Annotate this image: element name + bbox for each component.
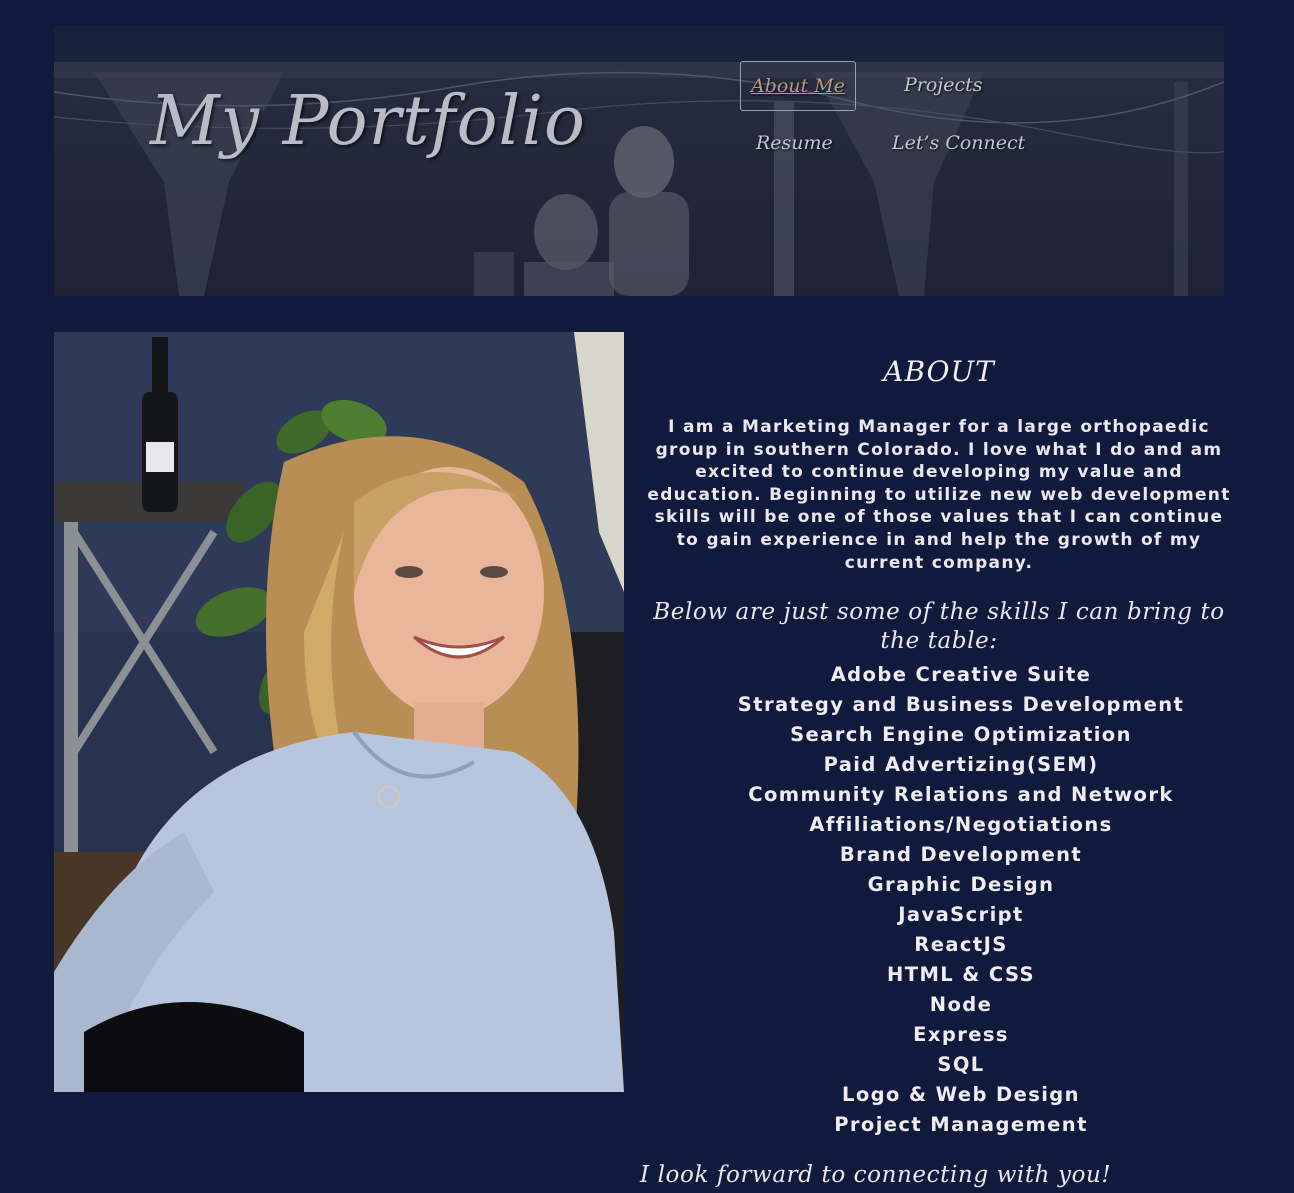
nav-about-me[interactable]: About Me — [740, 61, 856, 111]
skill-item: Strategy and Business Development — [737, 693, 1185, 717]
nav-resume[interactable]: Resume — [756, 132, 833, 154]
profile-photo-illustration — [54, 332, 624, 1092]
skill-item: ReactJS — [914, 933, 1008, 957]
about-bio: I am a Marketing Manager for a large ort… — [647, 417, 1231, 573]
skill-item: Graphic Design — [867, 873, 1055, 897]
skill-item: Search Engine Optimization — [790, 723, 1132, 747]
skill-item: Node — [929, 993, 993, 1017]
header-top-strip — [54, 26, 1224, 62]
skill-item: Brand Development — [839, 843, 1083, 867]
skill-item: Paid Advertizing(SEM) — [823, 753, 1099, 777]
skill-item: JavaScript — [898, 903, 1024, 927]
skill-item: Affiliations/Negotiations — [809, 813, 1113, 837]
closing-message: I look forward to connecting with you! — [640, 1162, 1112, 1188]
header-banner: My Portfolio About Me Projects Resume Le… — [54, 26, 1224, 296]
profile-photo — [54, 332, 624, 1092]
skills-intro: Below are just some of the skills I can … — [653, 599, 1225, 655]
page: My Portfolio About Me Projects Resume Le… — [0, 0, 1294, 1193]
skill-item: Logo & Web Design — [842, 1083, 1080, 1107]
about-section: ABOUT I am a Marketing Manager for a lar… — [636, 350, 1242, 1140]
nav-projects[interactable]: Projects — [904, 74, 982, 96]
skill-item: SQL — [937, 1053, 985, 1077]
nav-lets-connect[interactable]: Let’s Connect — [892, 132, 1025, 154]
skill-item: HTML & CSS — [887, 963, 1035, 987]
skill-item: Project Management — [834, 1113, 1088, 1137]
skills-list: Adobe Creative Suite Strategy and Busine… — [636, 660, 1242, 1140]
skill-item: Adobe Creative Suite — [830, 663, 1092, 687]
skill-item: Community Relations and Network — [748, 783, 1174, 807]
site-title: My Portfolio — [150, 82, 586, 161]
about-heading: ABOUT — [883, 355, 995, 388]
skill-item: Express — [913, 1023, 1009, 1047]
